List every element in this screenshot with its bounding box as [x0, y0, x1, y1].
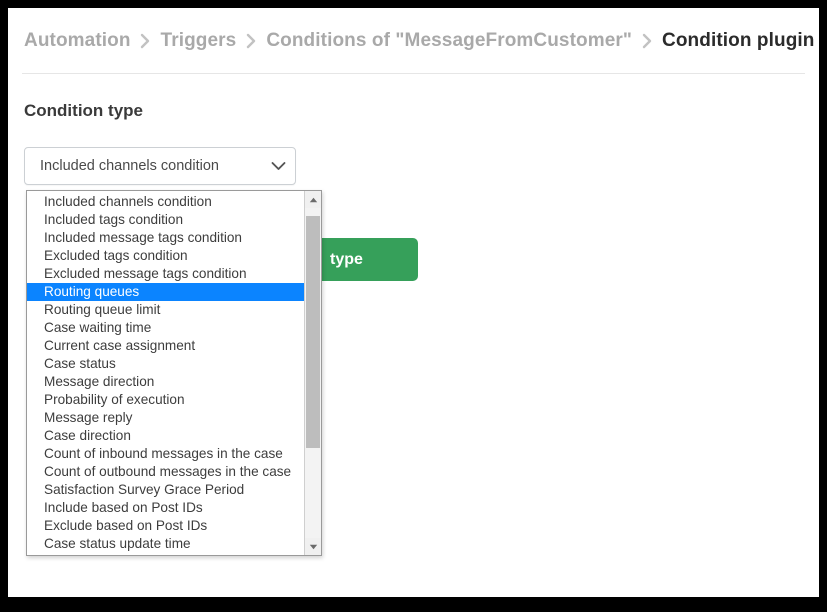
page-content: Automation Triggers Conditions of "Messa… [8, 8, 819, 597]
condition-type-select[interactable]: Included channels condition [24, 147, 296, 185]
breadcrumb-item-triggers[interactable]: Triggers [161, 30, 237, 52]
breadcrumb-item-condition-plugin: Condition plugin [662, 30, 815, 52]
dropdown-option[interactable]: Excluded tags condition [27, 247, 304, 265]
dropdown-option[interactable]: Current case assignment [27, 337, 304, 355]
condition-type-select-value: Included channels condition [25, 158, 261, 174]
dropdown-option[interactable]: Probability of execution [27, 391, 304, 409]
dropdown-option[interactable]: Routing queues [27, 283, 304, 301]
dropdown-option[interactable]: Satisfaction Survey Grace Period [27, 481, 304, 499]
dropdown-option[interactable]: Case status [27, 355, 304, 373]
chevron-right-icon [632, 33, 662, 49]
dropdown-option[interactable]: Case waiting time [27, 319, 304, 337]
dropdown-option[interactable]: Message direction [27, 373, 304, 391]
window-frame: Automation Triggers Conditions of "Messa… [0, 0, 827, 612]
dropdown-option[interactable]: Exclude based on Post IDs [27, 517, 304, 535]
chevron-right-icon [236, 33, 266, 49]
scrollbar-thumb[interactable] [306, 216, 320, 448]
condition-type-dropdown-list[interactable]: Included channels conditionIncluded tags… [26, 190, 322, 556]
chevron-right-icon [131, 33, 161, 49]
scroll-down-arrow-icon[interactable] [305, 538, 321, 555]
page-title: Condition type [24, 101, 143, 121]
dropdown-option[interactable]: Included channels condition [27, 193, 304, 211]
dropdown-option[interactable]: Case direction [27, 427, 304, 445]
breadcrumb-item-conditions[interactable]: Conditions of "MessageFromCustomer" [266, 30, 632, 52]
scrollbar-track[interactable] [305, 208, 321, 538]
dropdown-option[interactable]: Include based on Post IDs [27, 499, 304, 517]
dropdown-option[interactable]: Message reply [27, 409, 304, 427]
chevron-down-icon [261, 161, 295, 171]
breadcrumb: Automation Triggers Conditions of "Messa… [8, 8, 819, 73]
dropdown-scrollbar[interactable] [304, 191, 321, 555]
dropdown-option[interactable]: Routing queue limit [27, 301, 304, 319]
header-divider [22, 73, 805, 74]
dropdown-option[interactable]: Included tags condition [27, 211, 304, 229]
dropdown-option[interactable]: Count of inbound messages in the case [27, 445, 304, 463]
scroll-up-arrow-icon[interactable] [305, 191, 321, 208]
dropdown-option[interactable]: Excluded message tags condition [27, 265, 304, 283]
dropdown-options: Included channels conditionIncluded tags… [27, 191, 304, 555]
dropdown-option[interactable]: Included message tags condition [27, 229, 304, 247]
dropdown-option[interactable]: Case status update time [27, 535, 304, 553]
breadcrumb-item-automation[interactable]: Automation [24, 30, 131, 52]
dropdown-option[interactable]: Count of outbound messages in the case [27, 463, 304, 481]
